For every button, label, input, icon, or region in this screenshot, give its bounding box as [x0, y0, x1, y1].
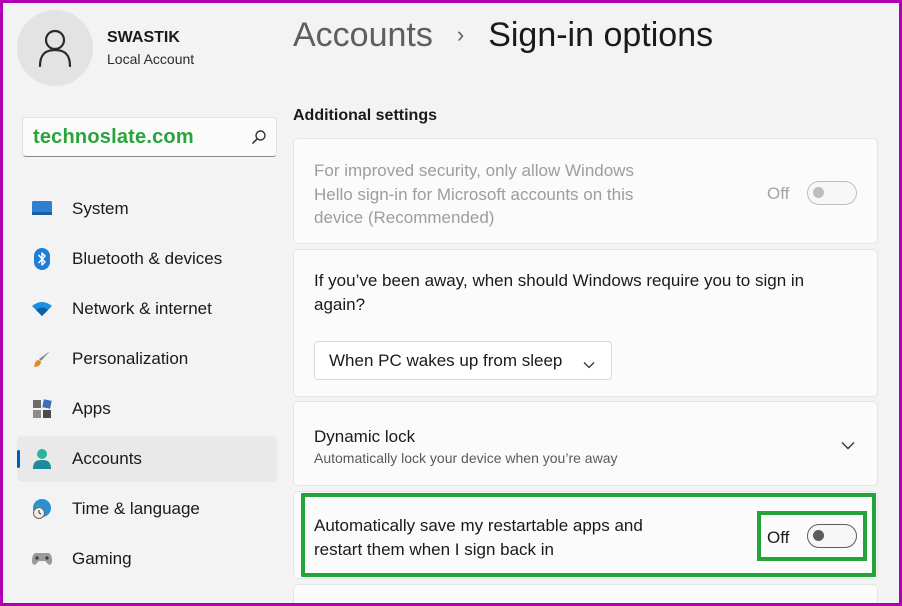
sidebar-item-apps[interactable]: Apps [17, 386, 277, 432]
profile-name: SWASTIK [107, 29, 180, 46]
sidebar-item-label: System [72, 199, 129, 218]
sidebar-item-gaming[interactable]: Gaming [17, 536, 277, 582]
dynamic-lock-subtitle: Automatically lock your device when you’… [314, 450, 618, 466]
sidebar-item-label: Network & internet [72, 299, 212, 318]
bluetooth-icon [31, 248, 53, 270]
sidebar-item-label: Bluetooth & devices [72, 249, 223, 268]
toggle-knob [813, 530, 824, 541]
restart-apps-card: Automatically save my restartable apps a… [293, 491, 878, 579]
section-title: Additional settings [293, 107, 437, 124]
require-sign-in-card: If you’ve been away, when should Windows… [293, 249, 878, 397]
sidebar-item-time-language[interactable]: Time & language [17, 486, 277, 532]
chevron-down-icon [583, 354, 595, 374]
sidebar-item-accounts[interactable]: Accounts [17, 436, 277, 482]
restart-apps-state: Off [767, 528, 790, 547]
gamepad-icon [31, 548, 53, 570]
accounts-icon [31, 448, 53, 470]
person-icon [38, 29, 72, 68]
sidebar-item-bluetooth[interactable]: Bluetooth & devices [17, 236, 277, 282]
search-box[interactable]: technoslate.com [22, 117, 277, 157]
profile-account-type: Local Account [107, 51, 195, 67]
breadcrumb: Accounts › Sign-in options [293, 13, 713, 57]
dynamic-lock-title: Dynamic lock [314, 427, 416, 446]
toggle-knob [813, 187, 824, 198]
restart-apps-toggle[interactable] [807, 524, 857, 548]
sidebar-item-personalization[interactable]: Personalization [17, 336, 277, 382]
windows-hello-only-card: For improved security, only allow Window… [293, 138, 878, 244]
sidebar-item-label: Accounts [72, 449, 142, 468]
sidebar-item-system[interactable]: System [17, 186, 277, 232]
sidebar-item-label: Time & language [72, 499, 200, 518]
chevron-right-icon: › [456, 22, 465, 47]
apps-icon [31, 398, 53, 420]
restart-apps-label: Automatically save my restartable apps a… [314, 516, 643, 559]
search-input[interactable]: technoslate.com [33, 126, 242, 149]
chevron-down-icon[interactable] [841, 437, 855, 455]
require-sign-in-dropdown[interactable]: When PC wakes up from sleep [314, 341, 612, 380]
brush-icon [31, 348, 53, 370]
globe-clock-icon [31, 498, 53, 520]
windows-hello-only-toggle[interactable] [807, 181, 857, 205]
monitor-icon [31, 198, 53, 220]
page-title: Sign-in options [488, 16, 714, 54]
user-profile[interactable]: SWASTIK Local Account [17, 10, 194, 86]
windows-hello-only-state: Off [767, 184, 790, 203]
dynamic-lock-card[interactable]: Dynamic lock Automatically lock your dev… [293, 401, 878, 486]
dropdown-value: When PC wakes up from sleep [329, 350, 563, 370]
breadcrumb-parent[interactable]: Accounts [293, 13, 433, 57]
sidebar-item-label: Apps [72, 399, 111, 418]
next-setting-card [293, 584, 878, 606]
sidebar-nav: System Bluetooth & devices Network & int… [17, 186, 277, 586]
search-icon[interactable] [242, 118, 276, 156]
avatar [17, 10, 93, 86]
wifi-icon [31, 298, 53, 320]
sidebar-item-label: Gaming [72, 549, 132, 568]
cut-off-nav-icon [31, 597, 53, 606]
sidebar-item-network[interactable]: Network & internet [17, 286, 277, 332]
sidebar-item-label: Personalization [72, 349, 189, 368]
require-sign-in-label: If you’ve been away, when should Windows… [314, 271, 805, 314]
windows-hello-only-label: For improved security, only allow Window… [314, 161, 634, 227]
